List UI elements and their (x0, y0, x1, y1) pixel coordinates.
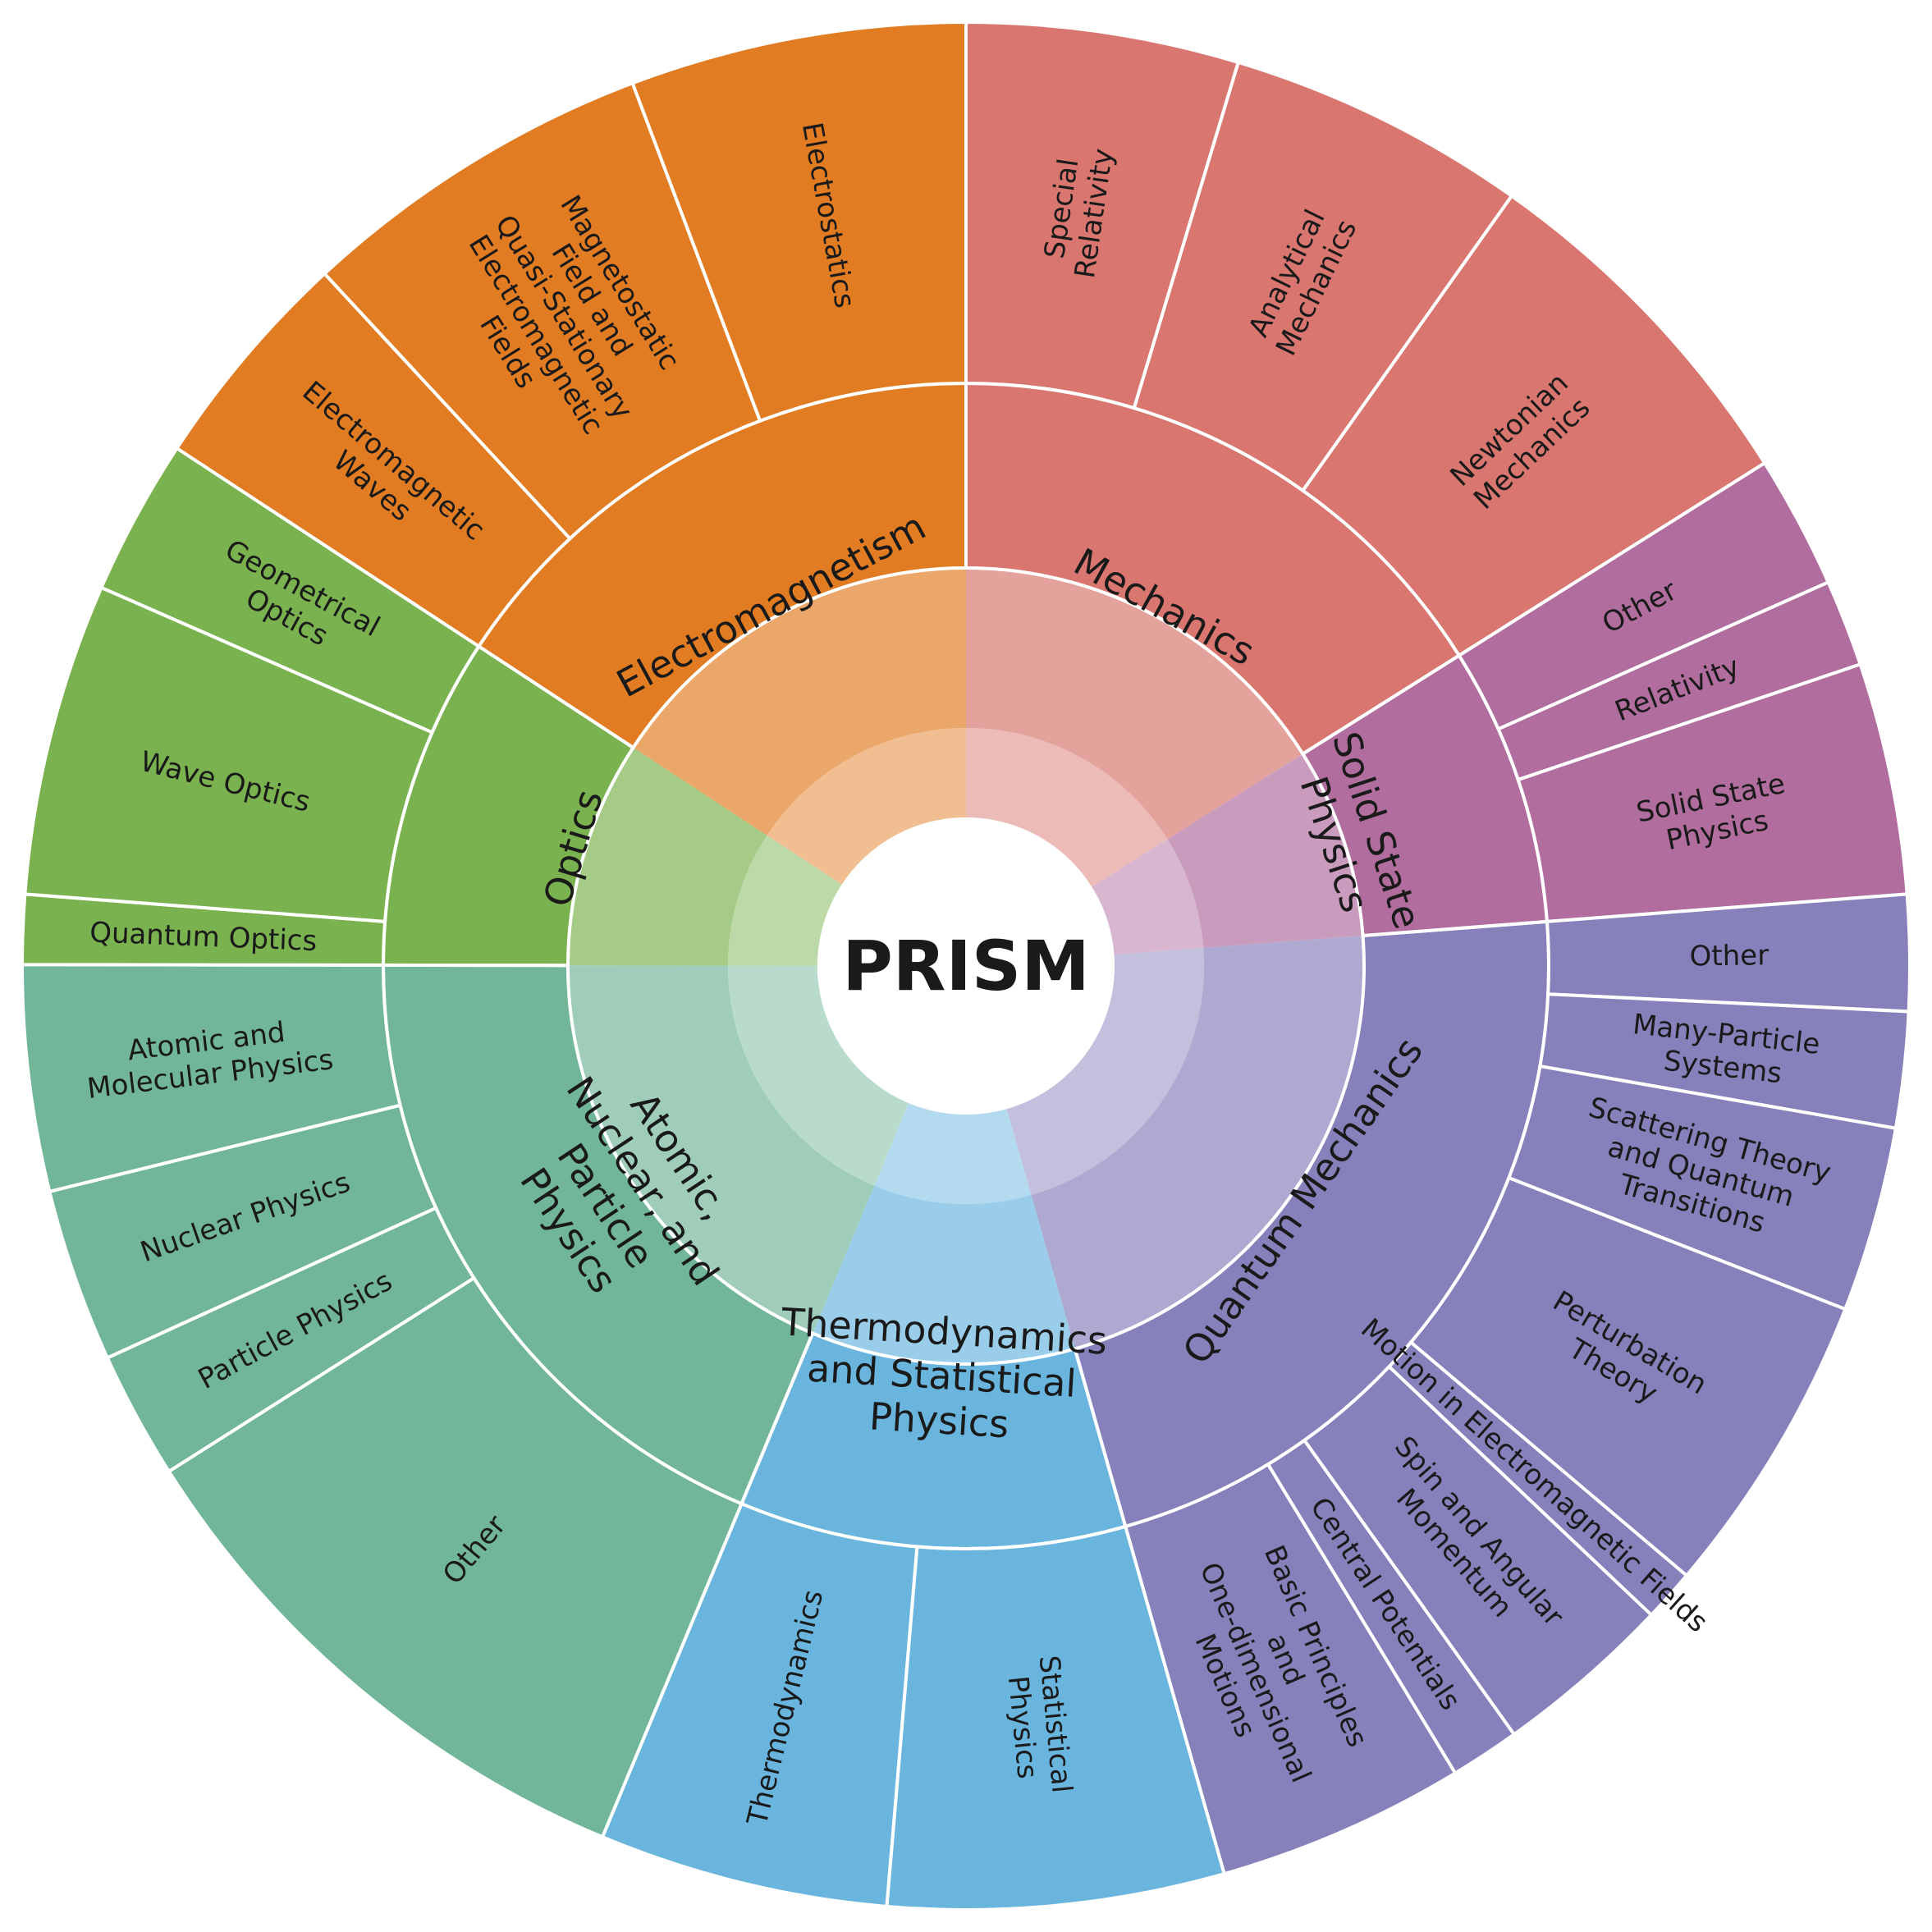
center-label: PRISM (842, 926, 1090, 1006)
sunburst-svg: MechanicsSpecialRelativity AnalyticalMech… (20, 20, 1911, 1911)
subsector-label-quantum-mechanics-other: Other (1689, 939, 1769, 973)
sunburst-diagram: Mechanics SpecialRelativity AnalyticalMech… (0, 0, 1932, 1932)
